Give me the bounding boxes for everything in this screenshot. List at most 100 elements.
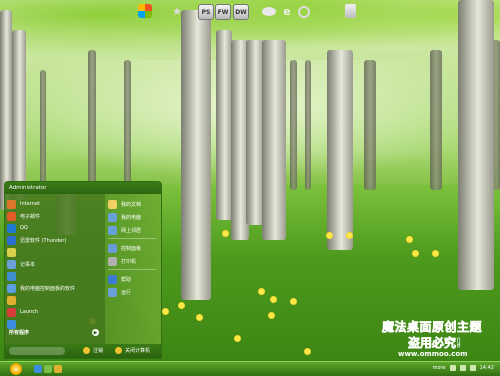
start-menu-item-label: Launch <box>20 309 39 315</box>
user-name: Administrator <box>9 185 47 191</box>
taskbar: more 14:42 <box>0 361 500 376</box>
start-menu-item[interactable]: 迅雷软件 (Thunder) <box>7 234 101 246</box>
dandelion <box>346 232 353 239</box>
logoff-label: 注销 <box>93 348 104 354</box>
dreamweaver-icon[interactable]: DW <box>233 4 249 20</box>
start-menu-place-label: 控制面板 <box>121 245 142 252</box>
start-menu-place[interactable]: 我的电脑 <box>108 211 158 223</box>
tree-trunk <box>327 50 353 250</box>
start-menu-place[interactable]: 我的文档 <box>108 198 158 210</box>
tray-more[interactable]: more <box>433 365 446 371</box>
start-button[interactable] <box>10 363 22 375</box>
start-menu-place-label: 我的文档 <box>121 201 142 208</box>
printer-icon <box>108 256 117 266</box>
start-menu-item[interactable]: Launch <box>7 306 101 318</box>
start-menu-place-label: 帮助 <box>121 276 132 283</box>
theme-watermark-url: www.ommoo.com <box>398 350 468 358</box>
start-menu-item[interactable]: Internet <box>7 198 101 210</box>
dandelion <box>268 312 275 319</box>
dandelion <box>270 296 277 303</box>
start-menu-item-label: 记事本 <box>20 261 36 268</box>
app-icon <box>7 295 16 305</box>
system-tray: more 14:42 <box>433 365 494 371</box>
start-menu-item[interactable]: 我的电脑控制面板的软件 <box>7 282 101 294</box>
start-menu-header: Administrator <box>5 182 161 194</box>
start-menu-place[interactable]: 打印机 <box>108 255 158 267</box>
ie-quick-icon[interactable] <box>34 365 42 373</box>
dandelion <box>234 335 241 342</box>
tree-trunk <box>458 0 494 290</box>
start-menu-item-label: QQ <box>20 225 28 231</box>
star-icon[interactable]: ★ <box>170 4 184 18</box>
arrow-right-icon: ▶ <box>92 329 99 336</box>
search-field[interactable] <box>9 347 65 355</box>
logoff-icon <box>83 347 90 354</box>
dandelion <box>326 232 333 239</box>
start-menu-item-label: 我的电脑控制面板的软件 <box>20 285 76 292</box>
ie-icon[interactable]: e <box>280 4 294 18</box>
email-icon <box>7 211 16 221</box>
start-menu-item-label: Internet <box>20 201 40 207</box>
thunder-icon <box>7 235 16 245</box>
dandelion <box>290 298 297 305</box>
run-icon <box>108 287 117 297</box>
tree-trunk <box>124 60 131 185</box>
start-menu-item[interactable]: QQ <box>7 222 101 234</box>
dandelion <box>412 250 419 257</box>
start-menu-place[interactable]: 帮助 <box>108 273 158 285</box>
documents-icon <box>108 199 117 209</box>
clock[interactable]: 14:42 <box>480 365 494 371</box>
tree-trunk <box>216 30 232 220</box>
start-menu-place-label: 打印机 <box>121 258 137 265</box>
dandelion <box>222 230 229 237</box>
network-tray-icon[interactable] <box>449 365 456 371</box>
start-menu-item[interactable]: 电子邮件 <box>7 210 101 222</box>
start-menu-item[interactable]: 记事本 <box>7 258 101 270</box>
recycle-bin-icon[interactable] <box>345 4 356 18</box>
media-quick-icon[interactable] <box>54 365 62 373</box>
tree-trunk <box>12 30 26 200</box>
tree-trunk <box>364 60 376 190</box>
tree-trunk <box>262 40 286 240</box>
folder-icon <box>7 247 16 257</box>
dandelion <box>304 348 311 355</box>
link-icon[interactable] <box>298 6 310 18</box>
start-menu-place-label: 网上邻居 <box>121 227 142 234</box>
tree-trunk <box>430 50 442 190</box>
start-menu-item[interactable] <box>7 270 101 282</box>
start-menu-place[interactable]: 控制面板 <box>108 242 158 254</box>
logoff-button[interactable]: 注销 <box>83 347 103 354</box>
desktop-quick-icon[interactable] <box>44 365 52 373</box>
start-menu-place-label: 我的电脑 <box>121 214 142 221</box>
shutdown-label: 关闭计算机 <box>125 348 151 354</box>
notepad-icon <box>7 259 16 269</box>
cloud-icon[interactable] <box>262 7 276 16</box>
fireworks-icon[interactable]: FW <box>215 4 231 20</box>
theme-watermark-warning: 盗用必究! <box>408 336 462 351</box>
qq-icon <box>7 223 16 233</box>
start-menu-programs: Internet 电子邮件 QQ 迅雷软件 (Thunder) 记事本 我的电脑… <box>7 198 103 329</box>
start-menu-place[interactable]: 运行 <box>108 286 158 298</box>
start-menu-item-label: 迅雷软件 (Thunder) <box>20 237 67 244</box>
help-icon <box>108 274 117 284</box>
tree-trunk <box>181 10 211 300</box>
launch-icon <box>7 307 16 317</box>
dandelion <box>178 302 185 309</box>
start-menu-item[interactable] <box>7 294 101 306</box>
all-programs-button[interactable]: 所有程序 ▶ <box>9 328 99 337</box>
menu-separator <box>108 238 156 239</box>
shutdown-button[interactable]: 关闭计算机 <box>115 347 150 354</box>
security-tray-icon[interactable] <box>469 365 476 371</box>
dandelion <box>196 314 203 321</box>
tree-trunk <box>0 10 12 210</box>
start-menu-item[interactable] <box>7 246 101 258</box>
start-menu-place[interactable]: 网上邻居 <box>108 224 158 236</box>
tree-trunk <box>290 60 297 190</box>
theme-watermark-title: 魔法桌面原创主题 <box>382 320 483 335</box>
start-menu-place-label: 运行 <box>121 289 132 296</box>
start-menu: Administrator Internet 电子邮件 QQ 迅雷软件 (Thu… <box>4 181 162 359</box>
windows-flag-icon[interactable] <box>138 4 152 18</box>
photoshop-icon[interactable]: PS <box>198 4 214 20</box>
network-icon <box>108 225 117 235</box>
volume-tray-icon[interactable] <box>459 365 466 371</box>
